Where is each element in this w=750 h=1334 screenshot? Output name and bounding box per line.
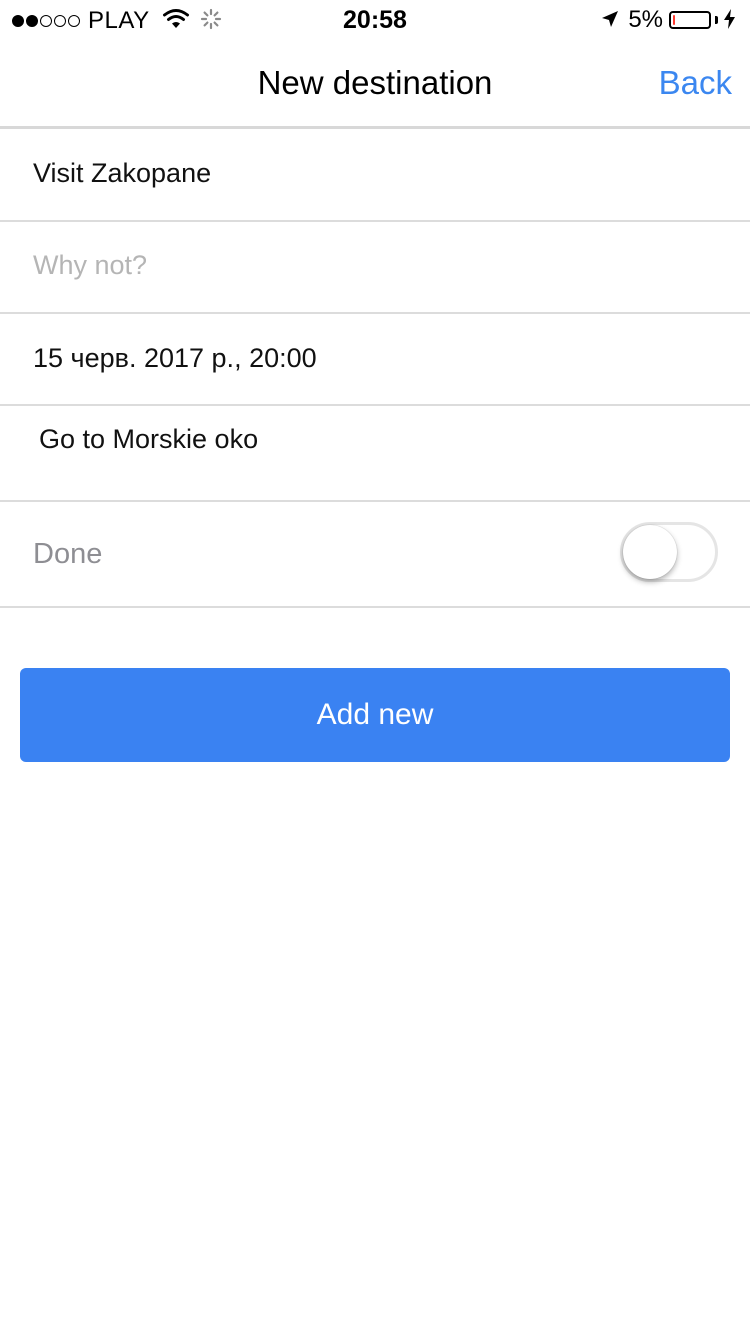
navigation-bar: New destination Back (0, 40, 750, 129)
back-button[interactable]: Back (659, 64, 732, 102)
description-row[interactable]: Go to Morskie oko (0, 406, 750, 502)
battery-cap (715, 16, 718, 24)
date-row[interactable]: 15 черв. 2017 р., 20:00 (0, 314, 750, 406)
screen: PLAY 20:58 5% New destination Back Visit… (0, 0, 750, 1334)
toggle-knob[interactable] (623, 525, 677, 579)
reason-field[interactable]: Why not? (33, 250, 147, 281)
done-row: Done (0, 502, 750, 608)
title-row[interactable]: Visit Zakopane (0, 129, 750, 222)
charging-bolt-icon (724, 5, 736, 36)
battery-icon (669, 11, 711, 29)
status-bar: PLAY 20:58 5% (0, 0, 750, 40)
page-title: New destination (257, 64, 493, 101)
battery-percentage: 5% (628, 6, 663, 33)
date-field[interactable]: 15 черв. 2017 р., 20:00 (33, 343, 317, 374)
done-label: Done (33, 538, 103, 570)
status-bar-right: 5% (600, 6, 736, 34)
add-new-button[interactable]: Add new (20, 668, 730, 762)
done-toggle[interactable] (620, 522, 718, 582)
battery-level (673, 15, 675, 25)
description-field[interactable]: Go to Morskie oko (39, 424, 258, 455)
reason-row[interactable]: Why not? (0, 222, 750, 314)
location-arrow-icon (600, 5, 620, 36)
title-field[interactable]: Visit Zakopane (33, 158, 211, 189)
